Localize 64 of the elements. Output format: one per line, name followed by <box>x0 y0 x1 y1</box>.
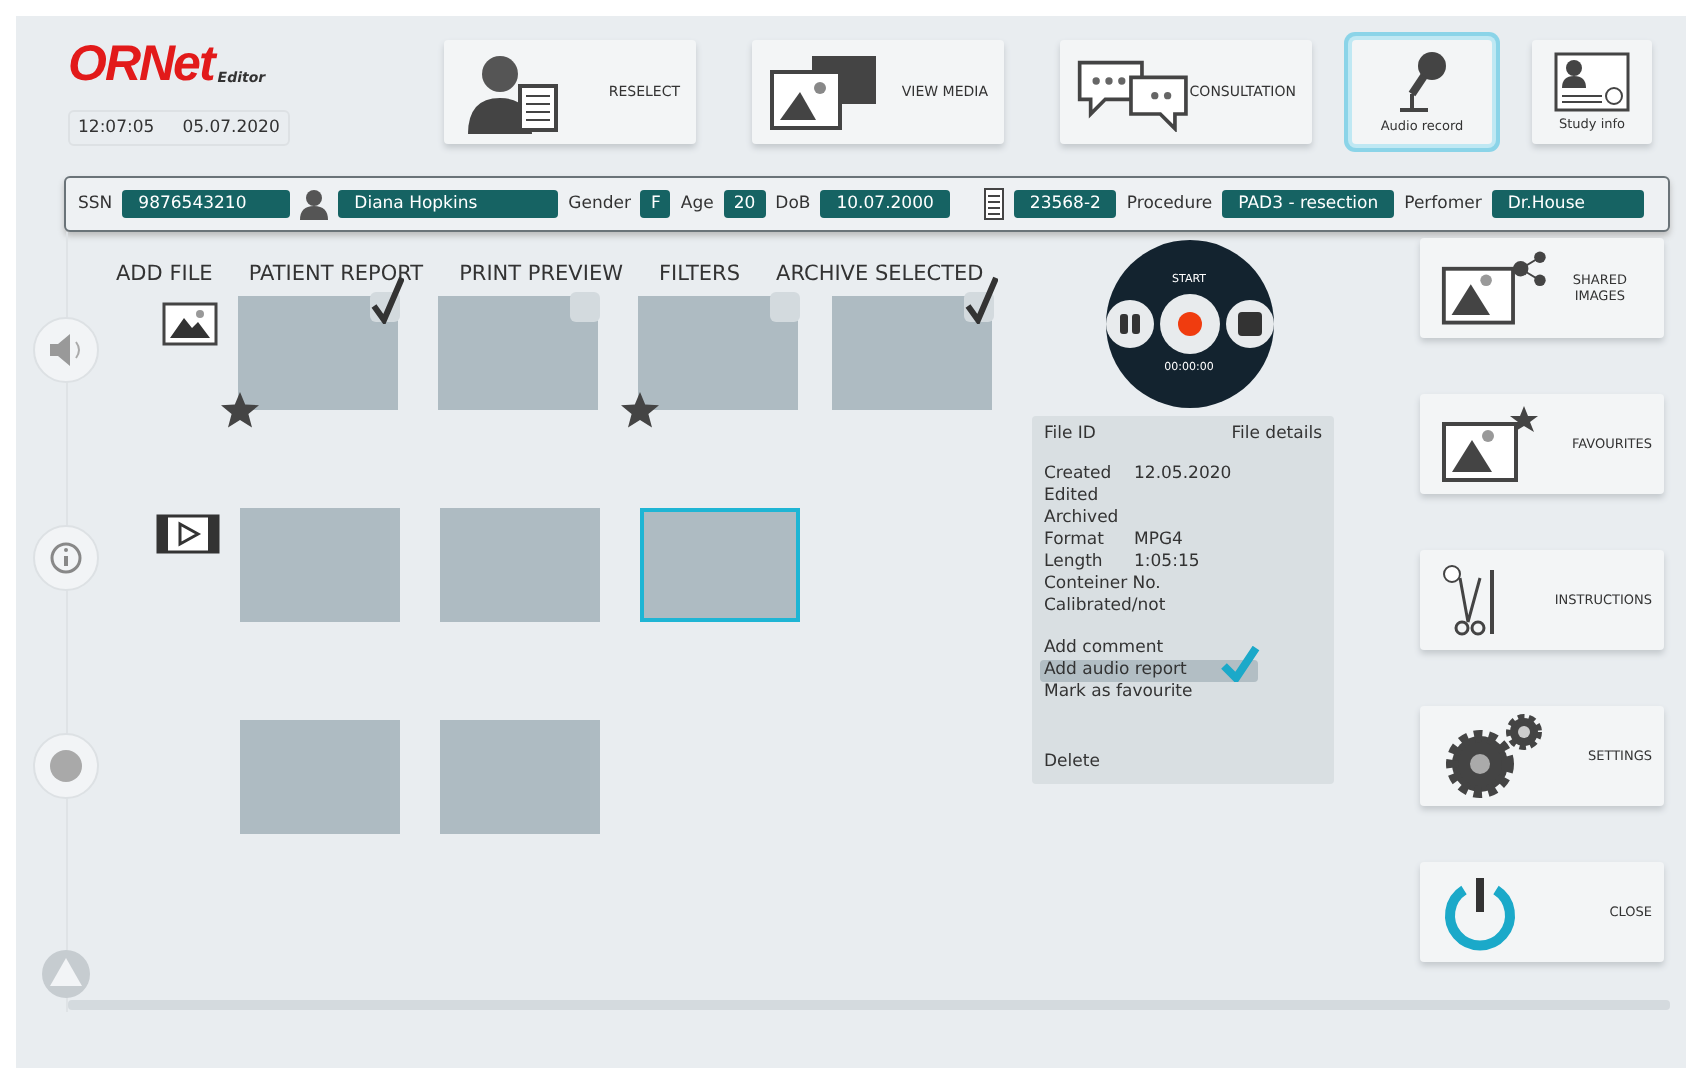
media-thumbnail[interactable] <box>238 296 398 410</box>
media-thumbnail[interactable] <box>440 720 600 834</box>
menu-item[interactable]: Mark as favourite <box>1040 682 1258 704</box>
menu-item[interactable]: Add comment <box>1040 638 1258 660</box>
menu-item[interactable]: Add audio report <box>1040 660 1258 682</box>
video-icon <box>156 514 220 554</box>
toolbar-link[interactable]: PATIENT REPORT <box>248 262 424 296</box>
time-text: 12:07:05 <box>78 118 155 138</box>
property-value: 12.05.2020 <box>1134 464 1232 486</box>
property-label: Conteiner No. <box>1044 574 1161 596</box>
speaker-icon[interactable] <box>32 316 100 384</box>
file-id-label: File ID <box>1044 424 1096 444</box>
field-label: SSN <box>78 194 113 214</box>
property-label: Created <box>1044 464 1114 486</box>
file-details-label: File details <box>1231 424 1322 444</box>
image-icon <box>162 302 218 346</box>
image-film-icon <box>768 52 880 132</box>
toolbar-link[interactable]: PRINT PREVIEW <box>459 262 623 296</box>
field-value: F <box>640 190 671 218</box>
field-label: Age <box>680 194 714 214</box>
property-label: Format <box>1044 530 1106 552</box>
id-card-icon <box>1554 52 1630 112</box>
image-star-icon <box>1440 404 1540 484</box>
field-value: Diana Hopkins <box>338 190 559 218</box>
property-label: Archived <box>1044 508 1119 530</box>
field-value: PAD3 - resection <box>1222 190 1395 218</box>
power-icon <box>1440 872 1520 952</box>
field-value: 20 <box>723 190 766 218</box>
property-value: MPG4 <box>1134 530 1183 552</box>
property-label: Length <box>1044 552 1105 574</box>
toolbar-link[interactable]: FILTERS <box>658 262 741 296</box>
document-icon <box>983 188 1004 220</box>
delete-link[interactable]: Delete <box>1044 752 1322 772</box>
field-value: 10.07.2000 <box>820 190 950 218</box>
person-icon <box>300 188 329 220</box>
media-thumbnail[interactable] <box>638 296 798 410</box>
date-text: 05.07.2020 <box>182 118 280 138</box>
field-label: Gender <box>568 194 631 214</box>
media-thumbnail[interactable] <box>832 296 992 410</box>
logo: ORNet <box>68 36 214 94</box>
field-label: DoB <box>775 194 811 214</box>
field-label: Perfomer <box>1404 194 1482 214</box>
field-value: 9876543210 <box>122 190 291 218</box>
info-icon[interactable] <box>32 524 100 592</box>
field-value: 23568-2 <box>1013 190 1117 218</box>
pause-button[interactable] <box>1105 300 1153 348</box>
media-thumbnail[interactable] <box>640 508 800 622</box>
field-value: Dr.House <box>1491 190 1644 218</box>
media-thumbnail[interactable] <box>440 508 600 622</box>
record-dot-icon[interactable] <box>32 732 100 800</box>
scissors-scalpel-icon <box>1440 562 1500 638</box>
toolbar-link[interactable]: ADD FILE <box>116 262 213 296</box>
property-label: Calibrated/not <box>1044 596 1166 618</box>
checkmark-icon <box>1220 646 1260 682</box>
field-label: Procedure <box>1126 194 1213 214</box>
property-value: 1:05:15 <box>1134 552 1200 574</box>
media-thumbnail[interactable] <box>240 720 400 834</box>
toolbar-link[interactable]: ARCHIVE SELECTED <box>776 262 984 296</box>
media-thumbnail[interactable] <box>240 508 400 622</box>
record-button[interactable] <box>1159 294 1219 354</box>
image-share-icon <box>1440 248 1548 328</box>
property-label: Edited <box>1044 486 1101 508</box>
stop-button[interactable] <box>1225 300 1273 348</box>
media-thumbnail[interactable] <box>438 296 598 410</box>
